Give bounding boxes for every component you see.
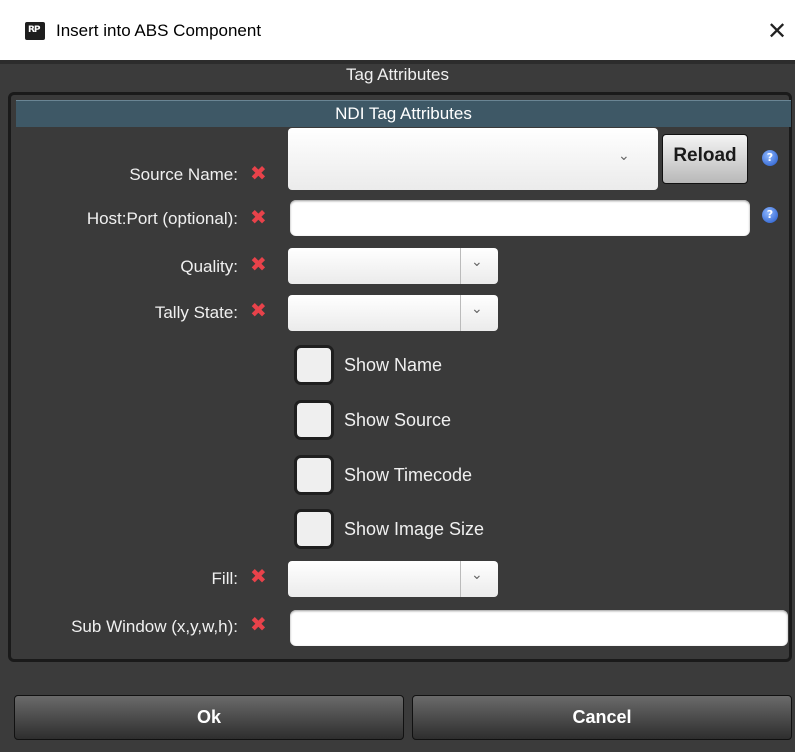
help-icon[interactable]: ? — [762, 150, 778, 166]
quality-label: Quality: — [180, 257, 238, 276]
fill-label: Fill: — [211, 569, 238, 588]
dialog-window: RP Insert into ABS Component ✕ Tag Attri… — [0, 0, 795, 752]
chevron-down-icon: ⌄ — [471, 567, 483, 583]
divider — [460, 561, 461, 597]
window-title: Insert into ABS Component — [56, 21, 262, 40]
host-port-input[interactable] — [290, 200, 750, 236]
divider — [460, 295, 461, 331]
show-timecode-label: Show Timecode — [344, 465, 473, 485]
help-icon[interactable]: ? — [762, 207, 778, 223]
title-bar: RP Insert into ABS Component ✕ — [0, 0, 795, 60]
reload-button[interactable]: Reload — [662, 134, 748, 184]
show-image-size-checkbox[interactable] — [294, 509, 334, 549]
show-name-checkbox[interactable] — [294, 345, 334, 385]
required-icon: ✖ — [250, 298, 267, 322]
tally-state-label: Tally State: — [154, 303, 238, 322]
show-source-label: Show Source — [344, 410, 452, 430]
sub-window-label: Sub Window (x,y,w,h): — [71, 617, 238, 636]
close-button[interactable]: ✕ — [760, 14, 794, 48]
app-icon: RP — [25, 22, 45, 40]
source-name-label: Source Name: — [129, 165, 238, 184]
host-port-label: Host:Port (optional): — [86, 209, 238, 228]
required-icon: ✖ — [250, 564, 267, 588]
show-name-label: Show Name — [344, 355, 443, 375]
required-icon: ✖ — [250, 252, 267, 276]
tally-state-dropdown[interactable]: ⌄ — [288, 295, 498, 331]
required-icon: ✖ — [250, 161, 267, 185]
quality-dropdown[interactable]: ⌄ — [288, 248, 498, 284]
chevron-down-icon: ⌄ — [618, 148, 630, 164]
chevron-down-icon: ⌄ — [471, 254, 483, 270]
required-icon: ✖ — [250, 612, 267, 636]
required-icon: ✖ — [250, 205, 267, 229]
source-name-combobox[interactable]: ⌄ — [288, 128, 658, 190]
show-timecode-checkbox[interactable] — [294, 455, 334, 495]
divider — [460, 248, 461, 284]
panel-header: NDI Tag Attributes — [16, 100, 791, 127]
chevron-down-icon: ⌄ — [471, 301, 483, 317]
section-title: Tag Attributes — [345, 65, 449, 84]
cancel-button[interactable]: Cancel — [412, 695, 792, 740]
ok-button[interactable]: Ok — [14, 695, 404, 740]
sub-window-input[interactable] — [290, 610, 788, 646]
show-source-checkbox[interactable] — [294, 400, 334, 440]
fill-dropdown[interactable]: ⌄ — [288, 561, 498, 597]
show-image-size-label: Show Image Size — [344, 519, 485, 539]
